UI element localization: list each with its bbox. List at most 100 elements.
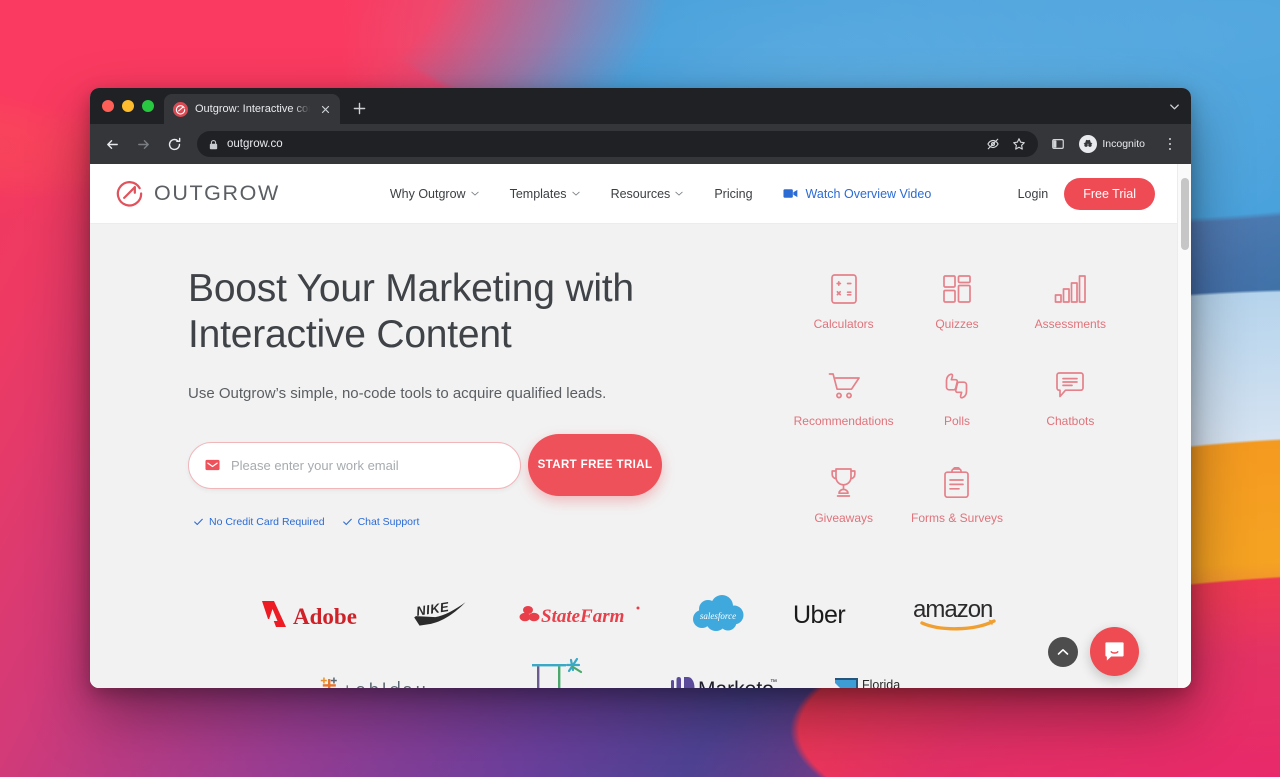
eye-slash-icon[interactable] bbox=[986, 137, 1000, 151]
window-traffic-lights bbox=[100, 88, 164, 124]
address-bar-url: outgrow.co bbox=[227, 138, 283, 150]
star-icon[interactable] bbox=[1012, 137, 1026, 151]
outgrow-logo-icon bbox=[116, 181, 143, 207]
check-icon bbox=[342, 519, 352, 526]
site-logo[interactable]: OUTGROW bbox=[114, 178, 280, 209]
site-header: OUTGROW Why Outgrow Templates Resources bbox=[90, 164, 1177, 224]
feature-chatbots[interactable]: Chatbots bbox=[1014, 369, 1127, 432]
assurance-no-credit-card: No Credit Card Required bbox=[194, 516, 325, 528]
email-field-wrapper[interactable] bbox=[188, 441, 521, 489]
minimize-window-button[interactable] bbox=[122, 100, 134, 112]
kebab-menu-icon[interactable] bbox=[1159, 133, 1181, 155]
free-trial-button[interactable]: Free Trial bbox=[1064, 177, 1155, 210]
svg-text:Uber: Uber bbox=[793, 601, 845, 629]
nav-item-pricing[interactable]: Pricing bbox=[714, 187, 752, 201]
close-tab-button[interactable] bbox=[317, 101, 333, 117]
svg-text:amazon: amazon bbox=[913, 596, 992, 623]
feature-label: Calculators bbox=[813, 317, 874, 331]
quiz-grid-icon bbox=[942, 272, 972, 306]
feature-label: Forms & Surveys bbox=[910, 510, 1003, 525]
start-free-trial-button[interactable]: START FREE TRIAL bbox=[528, 434, 662, 497]
hero-subtitle: Use Outgrow’s simple, no-code tools to a… bbox=[188, 385, 607, 403]
nav-label: Resources bbox=[610, 186, 671, 201]
site-brand-name: OUTGROW bbox=[154, 181, 280, 205]
feature-recommendations[interactable]: Recommendations bbox=[787, 369, 900, 432]
browser-tab[interactable]: Outgrow: Interactive content m bbox=[164, 94, 340, 124]
assurance-label: No Credit Card Required bbox=[209, 516, 325, 529]
chevron-up-icon bbox=[1057, 648, 1069, 655]
login-link[interactable]: Login bbox=[1018, 187, 1049, 201]
page-scrollbar-thumb[interactable] bbox=[1181, 178, 1189, 250]
header-actions: Login Free Trial bbox=[1018, 177, 1155, 210]
feature-label: Polls bbox=[943, 413, 970, 428]
client-logos-row-1: Adobe NIKE StateFarm salesforce Uber ama… bbox=[90, 588, 1177, 640]
client-logos: Adobe NIKE StateFarm salesforce Uber ama… bbox=[90, 588, 1177, 688]
incognito-hat-icon bbox=[1079, 135, 1098, 153]
email-input[interactable] bbox=[231, 457, 504, 473]
logo-pyeongchang-2018: PyeongChang 2018 ™ bbox=[499, 658, 617, 688]
feature-calculators[interactable]: Calculators bbox=[787, 272, 900, 335]
logo-tableau: +ableau bbox=[319, 664, 447, 688]
feature-polls[interactable]: Polls bbox=[900, 369, 1013, 432]
page-scrollbar[interactable] bbox=[1177, 164, 1191, 688]
hero-copy: Boost Your Marketing with Interactive Co… bbox=[188, 266, 733, 528]
svg-text:Marketo: Marketo bbox=[698, 678, 774, 688]
address-bar[interactable]: outgrow.co bbox=[197, 131, 1039, 157]
main-navigation: Why Outgrow Templates Resources Pricing bbox=[390, 187, 753, 201]
feature-giveaways[interactable]: Giveaways bbox=[787, 466, 900, 529]
logo-adobe: Adobe bbox=[259, 588, 365, 640]
client-logos-row-2: +ableau bbox=[90, 658, 1177, 688]
assurance-label: Chat Support bbox=[357, 516, 420, 529]
side-panel-icon[interactable] bbox=[1047, 133, 1069, 155]
page-viewport: OUTGROW Why Outgrow Templates Resources bbox=[90, 164, 1191, 688]
website-content: OUTGROW Why Outgrow Templates Resources bbox=[90, 164, 1177, 688]
feature-quizzes[interactable]: Quizzes bbox=[900, 272, 1013, 335]
svg-text:+ableau: +ableau bbox=[342, 680, 429, 688]
browser-tab-title: Outgrow: Interactive content m bbox=[195, 103, 310, 115]
feature-assessments[interactable]: Assessments bbox=[1014, 272, 1127, 335]
nav-item-resources[interactable]: Resources bbox=[611, 187, 684, 201]
logo-salesforce: salesforce bbox=[690, 588, 746, 640]
maximize-window-button[interactable] bbox=[142, 100, 154, 112]
chat-launcher-button[interactable] bbox=[1090, 627, 1139, 676]
signup-form: START FREE TRIAL bbox=[188, 434, 733, 497]
feature-label: Quizzes bbox=[935, 317, 979, 331]
svg-text:Florida: Florida bbox=[862, 678, 900, 688]
desktop: Outgrow: Interactive content m bbox=[0, 0, 1280, 777]
feature-label: Recommendations bbox=[793, 413, 894, 428]
incognito-profile-button[interactable]: Incognito bbox=[1076, 132, 1154, 156]
tab-search-chevron-button[interactable] bbox=[1168, 88, 1181, 124]
chevron-down-icon bbox=[571, 191, 580, 196]
hero-section: Boost Your Marketing with Interactive Co… bbox=[90, 224, 1177, 528]
watch-overview-video-label: Watch Overview Video bbox=[805, 186, 932, 201]
logo-florida-capital-bank: Florida Capital Bank, NA bbox=[833, 664, 949, 688]
bar-chart-icon bbox=[1054, 272, 1087, 306]
svg-text:StateFarm: StateFarm bbox=[541, 606, 624, 627]
svg-text:™: ™ bbox=[770, 679, 777, 686]
feature-label: Assessments bbox=[1034, 317, 1106, 331]
page-title: Boost Your Marketing with Interactive Co… bbox=[188, 267, 634, 356]
nav-item-templates[interactable]: Templates bbox=[510, 187, 580, 201]
browser-tab-strip: Outgrow: Interactive content m bbox=[90, 88, 1191, 124]
shopping-cart-icon bbox=[828, 369, 860, 403]
incognito-profile-label: Incognito bbox=[1102, 138, 1145, 150]
nav-label: Why Outgrow bbox=[389, 186, 466, 201]
back-arrow-icon[interactable] bbox=[98, 130, 126, 158]
floating-actions bbox=[1048, 627, 1139, 676]
back-to-top-button[interactable] bbox=[1048, 636, 1078, 667]
forward-arrow-icon[interactable] bbox=[129, 130, 157, 158]
feature-grid: Calculators Quizzes Assessments Recommen… bbox=[787, 272, 1127, 528]
watch-overview-video-link[interactable]: Watch Overview Video bbox=[783, 186, 932, 201]
close-window-button[interactable] bbox=[102, 100, 114, 112]
feature-forms-surveys[interactable]: Forms & Surveys bbox=[900, 466, 1013, 529]
new-tab-button[interactable] bbox=[345, 94, 373, 122]
browser-window: Outgrow: Interactive content m bbox=[90, 88, 1191, 688]
intercom-chat-icon bbox=[1105, 642, 1124, 661]
logo-marketo: Marketo ™ An Adobe Company bbox=[669, 664, 781, 688]
browser-toolbar: outgrow.co Incognito bbox=[90, 124, 1191, 164]
reload-icon[interactable] bbox=[160, 130, 188, 158]
nav-label: Templates bbox=[509, 186, 567, 201]
check-icon bbox=[194, 519, 203, 526]
nav-item-why-outgrow[interactable]: Why Outgrow bbox=[390, 187, 479, 201]
clipboard-icon bbox=[943, 466, 970, 500]
